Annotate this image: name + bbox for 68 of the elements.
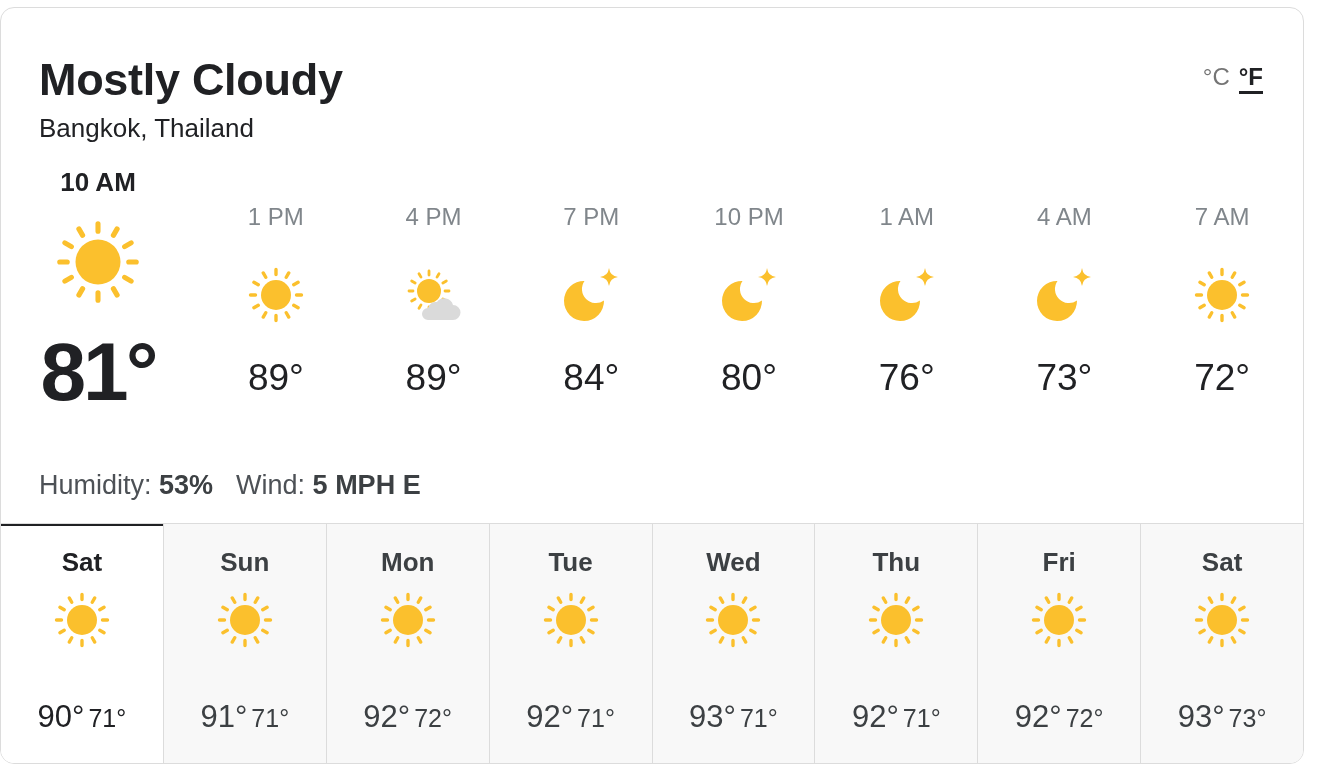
sun-icon — [1031, 592, 1088, 648]
sun-icon — [247, 267, 304, 323]
detail-text: Wind: 5 MPH E — [236, 469, 421, 501]
day-label: Sat — [1201, 547, 1243, 577]
low-temp: 71° — [577, 703, 615, 734]
day-label: Wed — [706, 547, 761, 577]
day-label: Thu — [872, 547, 921, 577]
hour-label: 4 AM — [1037, 202, 1092, 232]
hour-temp: 80° — [721, 356, 777, 400]
day-tab[interactable]: Sat 90°71° — [1, 524, 163, 763]
hour-temp: 72° — [1194, 356, 1251, 400]
day-tab[interactable]: Fri 92°72° — [977, 524, 1141, 763]
condition-title: Mostly Cloudy — [39, 54, 343, 106]
unit-toggle[interactable]: °C — [1202, 63, 1230, 94]
day-label: Tue — [548, 547, 593, 577]
low-temp: 71° — [739, 703, 778, 734]
moon-star-icon — [721, 267, 777, 323]
sun-icon — [705, 592, 762, 648]
current-temp: 81° — [40, 328, 156, 416]
sun-icon — [216, 592, 273, 648]
day-tab[interactable]: Mon 92°72° — [325, 524, 489, 763]
sun-cloud-icon — [405, 267, 462, 323]
low-temp: 73° — [1228, 703, 1267, 734]
low-temp: 71° — [902, 703, 941, 734]
sun-icon — [53, 592, 110, 648]
low-temp: 72° — [1065, 703, 1104, 734]
hour-temp: 76° — [878, 356, 935, 400]
high-temp: 93° — [1177, 699, 1225, 735]
high-temp: 92° — [851, 699, 899, 735]
high-temp: 92° — [1014, 699, 1062, 735]
sun-icon — [1194, 267, 1251, 323]
high-temp: 93° — [689, 699, 736, 735]
hour-label: 10 PM — [714, 202, 784, 232]
hour-label: 1 PM — [247, 202, 304, 232]
hour-label: 7 PM — [563, 202, 620, 232]
high-temp: 92° — [526, 699, 574, 735]
hour-temp: 73° — [1036, 356, 1093, 400]
hour-label: 7 AM — [1194, 202, 1250, 232]
day-label: Fri — [1042, 547, 1076, 577]
day-tab[interactable]: Sun 91°71° — [162, 524, 326, 763]
sun-icon — [379, 592, 436, 648]
low-temp: 71° — [88, 703, 127, 734]
hour-temp: 84° — [563, 356, 620, 400]
day-label: Sun — [220, 547, 270, 577]
location-text: Bangkok, Thailand — [39, 113, 255, 143]
unit-toggle[interactable]: °F — [1238, 63, 1263, 94]
hour-label: 1 AM — [879, 202, 935, 232]
low-temp: 72° — [414, 703, 453, 734]
high-temp: 92° — [363, 699, 411, 735]
day-tab[interactable]: Wed 93°71° — [651, 524, 815, 763]
day-tab[interactable]: Thu 92°71° — [814, 524, 978, 763]
current-time: 10 AM — [60, 167, 136, 197]
low-temp: 71° — [251, 703, 290, 734]
sun-icon — [868, 592, 925, 648]
high-temp: 91° — [200, 699, 248, 735]
day-tab[interactable]: Tue 92°71° — [488, 524, 652, 763]
sun-icon — [542, 592, 599, 648]
sun-icon — [1194, 592, 1251, 648]
day-label: Mon — [380, 547, 435, 577]
hour-temp: 89° — [405, 356, 462, 400]
high-temp: 90° — [37, 699, 85, 735]
sun-icon — [56, 220, 140, 304]
detail-text: Humidity: 53% — [39, 469, 214, 501]
day-tab[interactable]: Sat 93°73° — [1140, 524, 1303, 763]
day-label: Sat — [61, 547, 103, 577]
hour-label: 4 PM — [405, 202, 462, 232]
moon-star-icon — [878, 267, 935, 323]
hour-temp: 89° — [247, 356, 304, 400]
